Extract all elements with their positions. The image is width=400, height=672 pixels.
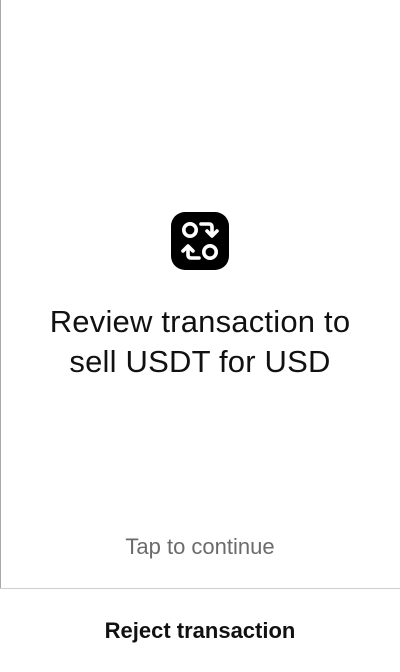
review-title-line-2: sell USDT for USD bbox=[69, 344, 331, 379]
swap-icon bbox=[171, 212, 229, 270]
review-title-line-1: Review transaction to bbox=[49, 304, 351, 339]
transaction-review-screen[interactable]: Review transaction to sell USDT for USD … bbox=[0, 0, 400, 588]
swap-icon-graphic bbox=[181, 222, 219, 260]
reject-transaction-button[interactable]: Reject transaction bbox=[0, 589, 400, 672]
review-title: Review transaction to sell USDT for USD bbox=[20, 302, 380, 382]
tap-to-continue[interactable]: Tap to continue bbox=[0, 533, 400, 561]
